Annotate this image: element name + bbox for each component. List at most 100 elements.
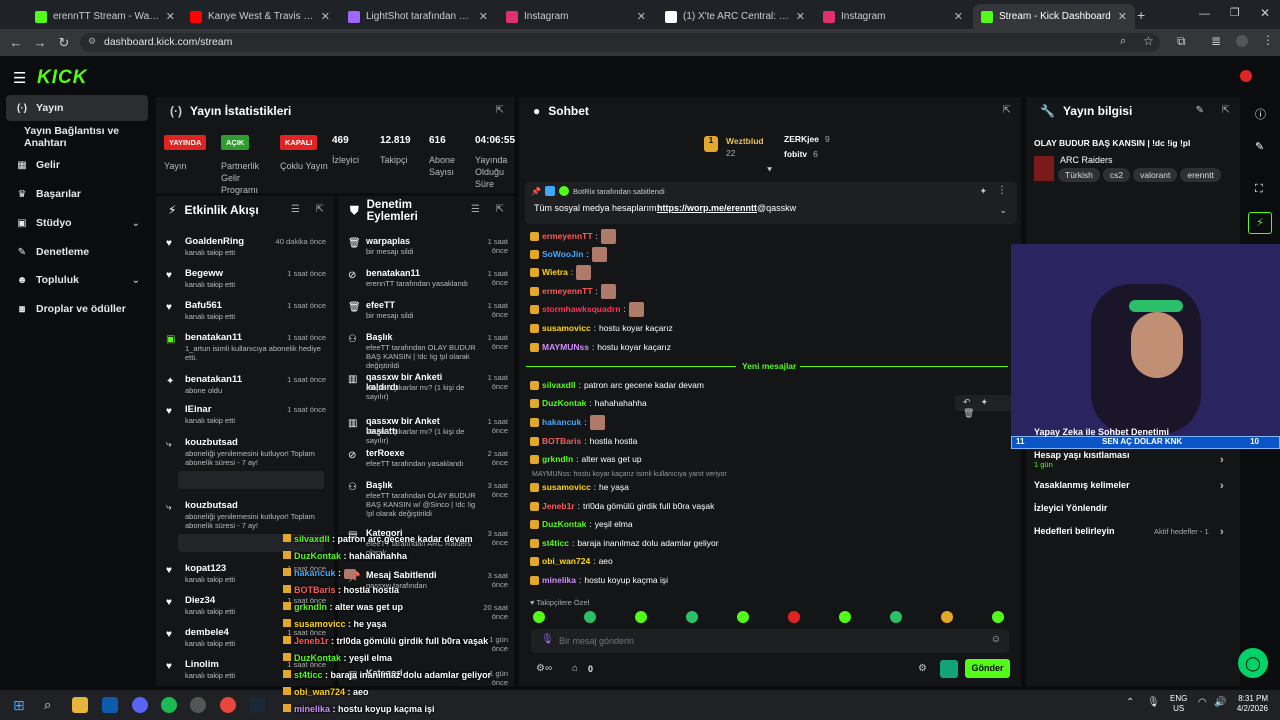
search-icon[interactable]: ⌕: [44, 697, 51, 713]
emote-icon[interactable]: [533, 611, 545, 623]
back-icon[interactable]: ←: [4, 35, 28, 50]
minimize-icon[interactable]: —: [1199, 8, 1210, 20]
chat-username[interactable]: grkndln: [542, 454, 573, 464]
tray-chevron-icon[interactable]: ⌃: [1126, 697, 1134, 708]
browser-menu-icon[interactable]: ⋮: [1262, 33, 1274, 47]
chevron-right-icon[interactable]: ›: [1220, 454, 1224, 466]
language-indicator[interactable]: ENG US: [1170, 694, 1187, 714]
extensions-icon[interactable]: ⧉: [1177, 34, 1186, 49]
pinned-link[interactable]: https://worp.me/erenntt: [657, 203, 757, 213]
chat-username[interactable]: obi_wan724: [542, 556, 590, 566]
sidebar-item[interactable]: Yayın Bağlantısı ve Anahtarı: [6, 124, 148, 150]
popout-icon[interactable]: ⇱: [1222, 105, 1230, 116]
chat-username[interactable]: BOTBaris: [542, 436, 581, 446]
browser-tab[interactable]: Instagram ✕: [815, 4, 971, 29]
chevron-right-icon[interactable]: ›: [1220, 526, 1224, 538]
sidebar-item[interactable]: ♛ Başarılar: [6, 181, 148, 207]
emote-icon[interactable]: [788, 611, 800, 623]
filter-icon[interactable]: ☰: [471, 204, 480, 215]
chat-username[interactable]: susamovicc: [542, 482, 591, 492]
info-item[interactable]: Hedefleri belirleyin Aktif hedefler - 1 ›: [1034, 526, 1224, 538]
chevron-down-icon[interactable]: ⌄: [132, 218, 140, 229]
chevron-right-icon[interactable]: ›: [1220, 480, 1224, 492]
browser-tab[interactable]: Instagram ✕: [498, 4, 654, 29]
sidebar-item[interactable]: ✎ Denetleme: [6, 239, 148, 265]
chat-username[interactable]: st4ticc: [542, 538, 569, 548]
chevron-down-icon[interactable]: ⌄: [132, 275, 140, 286]
top-supporter[interactable]: 1 Weztblud 22: [704, 136, 764, 158]
volume-icon[interactable]: 🔊: [1214, 697, 1226, 708]
popout-icon[interactable]: ⇱: [496, 105, 504, 116]
discord-icon[interactable]: [132, 697, 148, 713]
chrome-icon[interactable]: [220, 697, 236, 713]
sidebar-item[interactable]: (·) Yayın: [6, 95, 148, 121]
chat-username[interactable]: silvaxdll: [542, 380, 576, 390]
chat-input[interactable]: [559, 632, 979, 650]
close-tab-icon[interactable]: ✕: [479, 10, 488, 23]
chat-username[interactable]: DuzKontak: [542, 519, 586, 529]
chat-username[interactable]: hakancuk: [542, 417, 581, 427]
chat-username[interactable]: Jeneb1r: [542, 501, 575, 511]
clock[interactable]: 8:31 PM 4/2/2026: [1232, 694, 1268, 714]
emote-icon[interactable]: [584, 611, 596, 623]
chat-username[interactable]: minelika: [542, 575, 576, 585]
sidebar-item[interactable]: ▦ Gelir: [6, 152, 148, 178]
bot-icon[interactable]: [940, 660, 958, 678]
kick-logo[interactable]: KICK: [37, 67, 87, 89]
emote-icon[interactable]: [992, 611, 1004, 623]
emoji-icon[interactable]: ☺: [991, 634, 1001, 645]
info-icon[interactable]: ⓘ: [1255, 106, 1266, 122]
close-tab-icon[interactable]: ✕: [321, 10, 330, 23]
tag[interactable]: cs2: [1102, 168, 1131, 182]
message-actions[interactable]: ↶✦🗑: [955, 395, 1013, 418]
top-supporter[interactable]: fobitv 6: [770, 149, 818, 159]
unpin-icon[interactable]: ✦: [979, 186, 987, 197]
popout-icon[interactable]: ⇱: [316, 204, 324, 215]
profile-avatar[interactable]: [1236, 35, 1248, 47]
browser-tab[interactable]: Stream - Kick Dashboard ✕: [973, 4, 1135, 29]
top-supporter[interactable]: ZERKjee 9: [770, 134, 830, 144]
scan-icon[interactable]: ⛶: [1255, 183, 1263, 196]
wifi-icon[interactable]: ◠: [1198, 697, 1207, 708]
info-item[interactable]: Yapay Zeka ile Sohbet Denetimi: [1034, 427, 1224, 437]
sidebar-item[interactable]: ▣ Stüdyo ⌄: [6, 210, 148, 236]
browser-tab[interactable]: Kanye West & Travis Scott Mak ✕: [182, 4, 338, 29]
microphone-icon[interactable]: 🎙: [541, 634, 554, 645]
filter-icon[interactable]: ☰: [291, 204, 300, 215]
channel-points-icon[interactable]: ⚙∞: [536, 663, 552, 674]
store-app-icon[interactable]: [102, 697, 118, 713]
close-tab-icon[interactable]: ✕: [166, 10, 175, 23]
send-button[interactable]: Gönder: [965, 659, 1010, 678]
emote-icon[interactable]: [737, 611, 749, 623]
info-item[interactable]: İzleyici Yönlendir: [1034, 503, 1224, 513]
emote-icon[interactable]: [635, 611, 647, 623]
close-window-icon[interactable]: ✕: [1260, 6, 1270, 20]
tag[interactable]: valorant: [1133, 168, 1178, 182]
tag[interactable]: erenntt: [1180, 168, 1221, 182]
close-tab-icon[interactable]: ✕: [954, 10, 963, 23]
tag[interactable]: Türkish: [1058, 168, 1100, 182]
emote-icon[interactable]: [941, 611, 953, 623]
reload-icon[interactable]: ↻: [52, 35, 76, 51]
chat-username[interactable]: ermeyennTT: [542, 286, 593, 296]
browser-tab[interactable]: (1) X'te ARC Central: "RAT raid ✕: [657, 4, 813, 29]
support-chat-icon[interactable]: ◯: [1238, 648, 1268, 678]
emote-icon[interactable]: [839, 611, 851, 623]
file-explorer-icon[interactable]: [72, 697, 88, 713]
media-icon[interactable]: ≣: [1211, 34, 1221, 48]
popout-icon[interactable]: ⇱: [1003, 105, 1011, 116]
chat-username[interactable]: SoWooJin: [542, 249, 583, 259]
sidebar-item[interactable]: ⧆ Droplar ve ödüller: [6, 296, 148, 322]
chat-username[interactable]: Wietra: [542, 267, 568, 277]
hamburger-icon[interactable]: ☰: [13, 69, 26, 87]
chat-settings-icon[interactable]: ⚙: [918, 663, 927, 674]
chat-username[interactable]: stormhawksquadrn: [542, 304, 620, 314]
chat-username[interactable]: susamovicc: [542, 323, 591, 333]
site-info-icon[interactable]: ⚙: [88, 36, 96, 47]
forward-icon[interactable]: →: [28, 35, 52, 50]
new-tab-icon[interactable]: +: [1137, 7, 1145, 23]
emote-icon[interactable]: [890, 611, 902, 623]
mic-tray-icon[interactable]: 🎙: [1147, 697, 1160, 708]
chat-username[interactable]: DuzKontak: [542, 398, 586, 408]
expand-icon[interactable]: ⯆: [766, 165, 773, 176]
